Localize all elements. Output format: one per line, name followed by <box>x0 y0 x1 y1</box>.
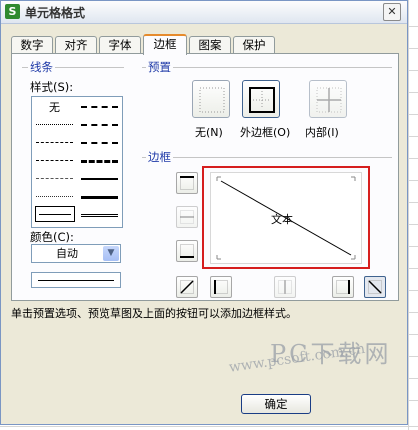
line-style-thin-selected[interactable] <box>35 206 75 222</box>
line-color-preview <box>31 272 121 288</box>
preview-sample-text: 文本 <box>271 213 293 226</box>
color-dropdown-value: 自动 <box>56 247 78 260</box>
border-left-icon <box>214 280 228 294</box>
border-bottom-button[interactable] <box>176 240 198 262</box>
border-inside-horizontal-button[interactable] <box>176 206 198 228</box>
line-style-hair[interactable] <box>32 189 77 203</box>
border-group-divider <box>142 157 392 158</box>
border-group-title: 边框 <box>146 149 173 165</box>
color-label: 颜色(C): <box>30 230 74 244</box>
dialog-title: 单元格格式 <box>25 6 86 20</box>
preset-outline-label: 外边框(O) <box>240 126 291 139</box>
chevron-down-icon[interactable]: ▼ <box>103 246 119 261</box>
preset-none-button[interactable] <box>192 80 230 118</box>
line-group-title: 线条 <box>28 59 55 75</box>
border-inside-icon <box>316 87 342 113</box>
border-top-icon <box>180 176 194 190</box>
ok-button[interactable]: 确定 <box>241 394 311 414</box>
tab-border[interactable]: 边框 <box>143 34 187 55</box>
line-style-thick[interactable] <box>77 189 122 203</box>
line-style-medium[interactable] <box>77 171 122 185</box>
border-right-button[interactable] <box>332 276 354 298</box>
line-style-dash-dot-dot[interactable] <box>32 135 77 149</box>
presets-group-title: 预置 <box>146 59 173 75</box>
style-label: 样式(S): <box>30 80 74 94</box>
line-style-none[interactable]: 无 <box>32 99 77 114</box>
border-left-button[interactable] <box>210 276 232 298</box>
line-style-list: 无 <box>31 96 123 228</box>
border-right-icon <box>336 280 350 294</box>
border-bottom-icon <box>180 244 194 258</box>
line-style-dashed[interactable] <box>32 171 77 185</box>
line-style-medium-dash-dot-dot[interactable] <box>77 117 122 131</box>
border-preview-area[interactable]: 文本 <box>210 172 362 264</box>
close-button[interactable]: ✕ <box>383 3 401 21</box>
border-top-button[interactable] <box>176 172 198 194</box>
preset-inside-label: 内部(I) <box>305 126 339 139</box>
border-inside-vertical-icon <box>278 280 292 294</box>
diagonal-down-icon <box>368 280 382 294</box>
preset-none-label: 无(N) <box>195 126 223 139</box>
presets-group-divider <box>142 67 392 68</box>
tab-pattern[interactable]: 图案 <box>189 36 231 53</box>
tab-protection[interactable]: 保护 <box>233 36 275 53</box>
line-style-slant-dash-dot[interactable] <box>77 135 122 149</box>
line-style-dotted[interactable] <box>32 117 77 131</box>
line-style-none-label: 无 <box>49 101 60 114</box>
color-dropdown[interactable]: 自动 ▼ <box>31 244 121 263</box>
tab-alignment[interactable]: 对齐 <box>55 36 97 53</box>
line-style-medium-dash[interactable] <box>77 99 122 113</box>
line-style-medium-dashed[interactable] <box>77 153 122 167</box>
instruction-text: 单击预置选项、预览草图及上面的按钮可以添加边框样式。 <box>11 307 297 320</box>
preset-outline-button[interactable] <box>242 80 280 118</box>
tab-number[interactable]: 数字 <box>11 36 53 53</box>
line-style-dash-dot[interactable] <box>32 153 77 167</box>
title-bar: S 单元格格式 ✕ <box>1 1 407 24</box>
tab-font[interactable]: 字体 <box>99 36 141 53</box>
border-inside-vertical-button[interactable] <box>274 276 296 298</box>
border-tab-panel: 线条 样式(S): 无 颜色(C): 自动 ▼ 预置 无(N) 外边框(O) 内… <box>11 53 399 301</box>
border-outline-icon <box>249 87 275 113</box>
border-diagonal-up-button[interactable] <box>176 276 198 298</box>
preset-inside-button[interactable] <box>309 80 347 118</box>
app-icon: S <box>5 4 20 19</box>
border-none-icon <box>199 87 225 113</box>
border-inside-horizontal-icon <box>180 210 194 224</box>
border-diagonal-down-button[interactable] <box>364 276 386 298</box>
diagonal-up-icon <box>180 280 194 294</box>
line-style-double[interactable] <box>77 207 122 221</box>
